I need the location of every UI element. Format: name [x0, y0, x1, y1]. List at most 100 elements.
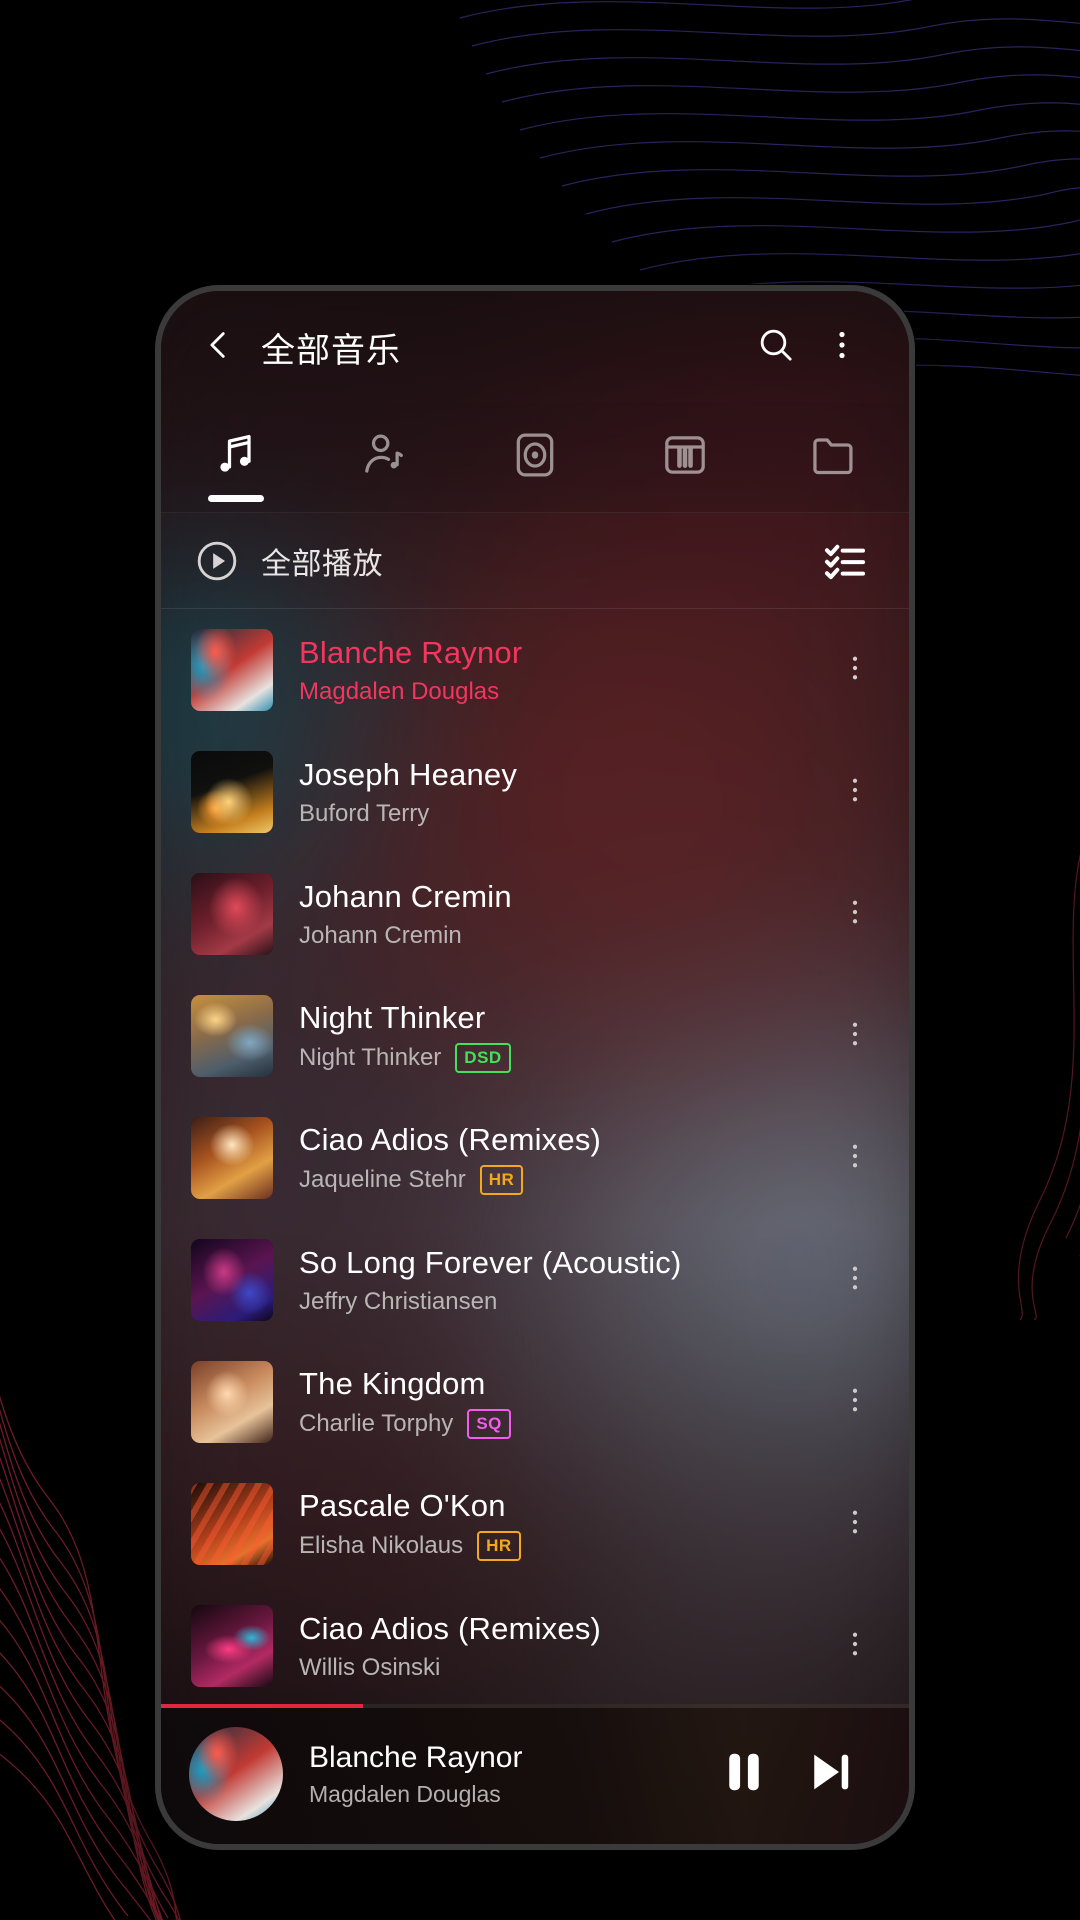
song-overflow-button[interactable]: [823, 1232, 887, 1328]
more-vertical-icon: [840, 1141, 870, 1176]
song-title: So Long Forever (Acoustic): [299, 1244, 682, 1280]
search-button[interactable]: [743, 314, 809, 380]
song-row[interactable]: Johann Cremin Johann Cremin: [161, 853, 909, 975]
song-artist: Willis Osinski: [299, 1653, 441, 1681]
song-row[interactable]: Pascale O'Kon Elisha Nikolaus HR: [161, 1463, 909, 1585]
song-artist: Charlie Torphy: [299, 1409, 454, 1437]
mini-player-artist: Magdalen Douglas: [309, 1780, 501, 1807]
album-art-image: [191, 1117, 273, 1199]
more-vertical-icon: [840, 1019, 870, 1054]
song-subtitle: Elisha Nikolaus HR: [299, 1530, 823, 1561]
song-artist: Jeffry Christiansen: [299, 1287, 498, 1315]
song-artist: Night Thinker: [299, 1043, 442, 1071]
phone-device-frame: 全部音乐 全部播放 Blanche Raynor Magdalen Dougla…: [155, 285, 915, 1850]
tab-genres[interactable]: [610, 403, 760, 512]
song-row[interactable]: The Kingdom Charlie Torphy SQ: [161, 1341, 909, 1463]
album-art-image: [191, 629, 273, 711]
playback-progress-track[interactable]: [161, 1704, 909, 1708]
skip-next-icon: [803, 1745, 857, 1804]
page-title: 全部音乐: [261, 331, 401, 370]
song-row[interactable]: Ciao Adios (Remixes) Willis Osinski: [161, 1585, 909, 1704]
song-album-art: [191, 629, 273, 711]
song-artist: Magdalen Douglas: [299, 677, 500, 705]
album-art-image: [191, 995, 273, 1077]
song-album-art: [191, 995, 273, 1077]
album-art-image: [191, 1239, 273, 1321]
song-subtitle: Willis Osinski: [299, 1654, 823, 1682]
tab-active-indicator: [207, 495, 264, 502]
song-subtitle: Jaqueline Stehr HR: [299, 1164, 823, 1195]
song-overflow-button[interactable]: [823, 1476, 887, 1572]
song-artist: Buford Terry: [299, 799, 430, 827]
more-vertical-icon: [825, 328, 859, 367]
play-all-row[interactable]: 全部播放: [161, 513, 909, 609]
album-disc-icon: [509, 429, 561, 486]
song-overflow-button[interactable]: [823, 1354, 887, 1450]
more-vertical-icon: [840, 897, 870, 932]
play-all-label: 全部播放: [261, 547, 383, 581]
song-overflow-button[interactable]: [823, 1110, 887, 1206]
folder-icon: [808, 429, 860, 486]
pause-button[interactable]: [701, 1731, 787, 1817]
song-meta: The Kingdom Charlie Torphy SQ: [299, 1366, 823, 1439]
song-row[interactable]: Blanche Raynor Magdalen Douglas: [161, 609, 909, 731]
album-art-image: [191, 1605, 273, 1687]
music-app: 全部音乐 全部播放 Blanche Raynor Magdalen Dougla…: [161, 291, 909, 1844]
song-album-art: [191, 1361, 273, 1443]
mini-player[interactable]: Blanche Raynor Magdalen Douglas: [161, 1704, 909, 1844]
song-artist: Johann Cremin: [299, 921, 462, 949]
more-vertical-icon: [840, 1385, 870, 1420]
song-row[interactable]: Joseph Heaney Buford Terry: [161, 731, 909, 853]
song-album-art: [191, 1239, 273, 1321]
back-button[interactable]: [189, 317, 249, 377]
song-meta: Joseph Heaney Buford Terry: [299, 757, 823, 828]
song-title: Joseph Heaney: [299, 756, 518, 792]
song-title: Night Thinker: [299, 999, 486, 1035]
tab-albums[interactable]: [460, 403, 610, 512]
song-row[interactable]: So Long Forever (Acoustic) Jeffry Christi…: [161, 1219, 909, 1341]
song-title: Johann Cremin: [299, 878, 512, 914]
tab-songs[interactable]: [161, 403, 311, 512]
song-meta: Ciao Adios (Remixes) Willis Osinski: [299, 1611, 823, 1682]
next-track-button[interactable]: [787, 1731, 873, 1817]
more-vertical-icon: [840, 1507, 870, 1542]
song-row[interactable]: Ciao Adios (Remixes) Jaqueline Stehr HR: [161, 1097, 909, 1219]
album-art-image: [191, 751, 273, 833]
album-art-image: [191, 873, 273, 955]
mini-player-album-art[interactable]: [189, 1727, 283, 1821]
song-subtitle: Magdalen Douglas: [299, 678, 823, 706]
overflow-menu-button[interactable]: [809, 314, 875, 380]
song-overflow-button[interactable]: [823, 744, 887, 840]
topographic-lines-right: [1017, 853, 1080, 1320]
album-art-image: [189, 1727, 283, 1821]
mini-player-meta: Blanche Raynor Magdalen Douglas: [309, 1741, 701, 1808]
song-overflow-button[interactable]: [823, 988, 887, 1084]
song-overflow-button[interactable]: [823, 622, 887, 718]
album-art-image: [191, 1361, 273, 1443]
playback-progress-fill: [161, 1704, 363, 1708]
quality-badge-sq: SQ: [467, 1408, 511, 1439]
piano-keys-icon: [659, 429, 711, 486]
artist-icon: [359, 429, 411, 486]
more-vertical-icon: [840, 775, 870, 810]
play-circle-icon: [191, 535, 243, 587]
song-overflow-button[interactable]: [823, 1598, 887, 1694]
song-overflow-button[interactable]: [823, 866, 887, 962]
song-album-art: [191, 873, 273, 955]
tab-artists[interactable]: [311, 403, 461, 512]
song-meta: Johann Cremin Johann Cremin: [299, 879, 823, 950]
song-subtitle: Johann Cremin: [299, 922, 823, 950]
song-album-art: [191, 751, 273, 833]
quality-badge-dsd: DSD: [455, 1042, 511, 1073]
song-meta: Blanche Raynor Magdalen Douglas: [299, 635, 823, 706]
song-subtitle: Night Thinker DSD: [299, 1042, 823, 1073]
search-icon: [756, 325, 796, 370]
chevron-left-icon: [202, 328, 236, 367]
quality-badge-hr: HR: [479, 1164, 524, 1195]
more-vertical-icon: [840, 1263, 870, 1298]
song-row[interactable]: Night Thinker Night Thinker DSD: [161, 975, 909, 1097]
tab-folders[interactable]: [759, 403, 909, 512]
checklist-icon[interactable]: [815, 531, 875, 591]
song-album-art: [191, 1605, 273, 1687]
song-title: The Kingdom: [299, 1365, 486, 1401]
